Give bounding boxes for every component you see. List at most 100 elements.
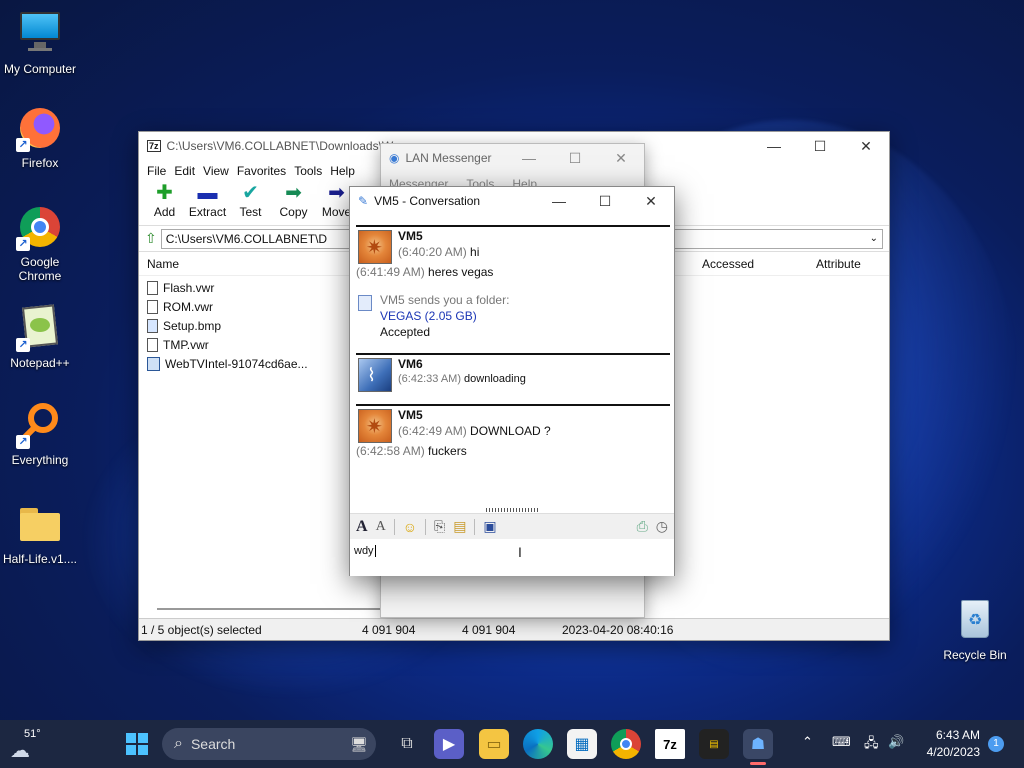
menu-favorites[interactable]: Favorites: [233, 164, 290, 178]
clock-date[interactable]: 4/20/2023: [918, 745, 980, 759]
volume-icon[interactable]: 🔊: [888, 734, 904, 750]
minimize-button[interactable]: —: [536, 187, 582, 215]
menu-tools[interactable]: Tools: [290, 164, 326, 178]
maximize-button[interactable]: ☐: [552, 144, 598, 172]
message-sender: VM5: [398, 229, 423, 243]
file-name: ROM.vwr: [163, 299, 213, 314]
message-timestamp: (6:41:49 AM): [356, 265, 425, 279]
message-text: DOWNLOAD ?: [470, 424, 551, 438]
chevron-up-icon[interactable]: ⌃: [802, 734, 813, 750]
sevenzip-taskbar-icon[interactable]: 7z: [655, 729, 685, 759]
message-input[interactable]: wdy I: [350, 540, 674, 576]
taskbar-search[interactable]: ⌕ Search 🖥: [162, 728, 376, 760]
search-icon: ⌕: [174, 735, 183, 752]
file-icon: [147, 337, 158, 352]
menu-file[interactable]: File: [143, 164, 170, 178]
font-color-icon[interactable]: A: [376, 519, 386, 535]
emoticon-icon[interactable]: ☺: [403, 519, 417, 535]
desktop-icon-firefox[interactable]: ↗ Firefox: [0, 104, 80, 170]
send-file-icon[interactable]: ⎘: [434, 518, 445, 535]
maximize-button[interactable]: ☐: [582, 187, 628, 215]
send-folder-icon[interactable]: ▤: [453, 518, 466, 535]
close-button[interactable]: ✕: [598, 144, 644, 172]
column-name[interactable]: Name: [147, 257, 179, 271]
active-app-indicator: [750, 762, 766, 765]
weather-widget[interactable]: ☁ 51°: [8, 728, 48, 762]
menu-help[interactable]: Help: [326, 164, 359, 178]
folder-transfer-icon: [358, 295, 372, 311]
move-label: Move: [321, 205, 352, 219]
minimize-button[interactable]: —: [506, 144, 552, 172]
transfers-icon[interactable]: ◷: [656, 518, 668, 535]
address-dropdown-icon[interactable]: ⌄: [870, 233, 878, 244]
keyboard-icon[interactable]: ⌨: [832, 734, 851, 750]
file-explorer-icon[interactable]: ▭: [479, 729, 509, 759]
up-folder-icon[interactable]: ⇧: [145, 230, 157, 247]
task-view-button[interactable]: ⧉: [392, 729, 422, 759]
desktop-icon-everything[interactable]: ↗ Everything: [0, 401, 80, 467]
shortcut-arrow-icon: ↗: [16, 138, 30, 152]
message-line: (6:42:58 AM) fuckers: [356, 444, 467, 458]
save-icon[interactable]: ▣: [483, 518, 496, 535]
desktop-icon-label: Google Chrome: [18, 255, 62, 283]
network-icon[interactable]: 🖧: [864, 734, 879, 756]
copy-label: Copy: [279, 205, 308, 219]
notification-badge[interactable]: 1: [988, 736, 1004, 752]
transfer-status: Accepted: [380, 325, 431, 339]
desktop-icon-folder[interactable]: Half-Life.v1....: [0, 500, 80, 566]
status-bar: 1 / 5 object(s) selected 4 091 904 4 091…: [139, 618, 889, 640]
menu-edit[interactable]: Edit: [170, 164, 199, 178]
chrome-center: [620, 738, 632, 750]
conversation-titlebar[interactable]: ✎ VM5 - Conversation — ☐ ✕: [350, 187, 674, 215]
message-group: ✷ VM5 (6:42:49 AM) DOWNLOAD ? (6:42:58 A…: [356, 404, 670, 474]
status-selected: 1 / 5 object(s) selected: [141, 623, 262, 637]
column-accessed[interactable]: Accessed: [702, 257, 754, 271]
shortcut-arrow-icon: ↗: [16, 435, 30, 449]
message-sender: VM5: [398, 408, 423, 422]
shortcut-arrow-icon: ↗: [16, 237, 30, 251]
search-highlight-icon: 🖥: [350, 735, 368, 752]
desktop-icon-chrome[interactable]: ↗ Google Chrome: [0, 203, 80, 283]
status-modified: 2023-04-20 08:40:16: [562, 623, 674, 637]
transfer-folder-link[interactable]: VEGAS (2.05 GB): [380, 309, 477, 323]
maximize-button[interactable]: ☐: [797, 132, 843, 160]
clock-time[interactable]: 6:43 AM: [930, 728, 980, 742]
chrome-taskbar-icon[interactable]: [611, 729, 641, 759]
message-timestamp: (6:42:33 AM): [398, 373, 461, 385]
exe-file-icon: [147, 356, 160, 371]
lan-messenger-titlebar[interactable]: ◉ LAN Messenger — ☐ ✕: [381, 144, 644, 172]
toolbar-separator: [474, 518, 476, 535]
start-button[interactable]: [122, 729, 152, 759]
message-line: (6:42:33 AM) downloading: [398, 373, 526, 385]
close-button[interactable]: ✕: [628, 187, 674, 215]
desktop-icon-my-computer[interactable]: My Computer: [0, 10, 80, 76]
splitter-handle[interactable]: [486, 508, 540, 512]
test-button[interactable]: ✔ Test: [229, 183, 272, 225]
weather-temp: 51°: [24, 728, 41, 740]
terminal-taskbar-icon[interactable]: ▤: [699, 729, 729, 759]
minimize-button[interactable]: —: [751, 132, 797, 160]
edge-icon[interactable]: [523, 729, 553, 759]
lan-messenger-taskbar-icon[interactable]: ☗: [743, 729, 773, 759]
add-button[interactable]: ✚ Add: [143, 183, 186, 225]
desktop-icon-label: My Computer: [3, 62, 77, 76]
sevenzip-app-icon: 7z: [147, 140, 161, 152]
desktop-icon-notepadpp[interactable]: ↗ Notepad++: [0, 304, 80, 370]
close-button[interactable]: ✕: [843, 132, 889, 160]
column-attributes[interactable]: Attribute: [816, 257, 861, 271]
copy-button[interactable]: ➡ Copy: [272, 183, 315, 225]
desktop-icon-label: Half-Life.v1....: [2, 552, 78, 566]
font-icon[interactable]: A: [356, 518, 368, 536]
message-text: downloading: [464, 373, 526, 385]
store-icon[interactable]: ▦: [567, 729, 597, 759]
recycle-bin-icon: ♻: [951, 596, 999, 644]
copy-icon: ➡: [285, 182, 302, 204]
desktop-icon-recycle-bin[interactable]: ♻ Recycle Bin: [935, 596, 1015, 662]
desktop-icon-label: Recycle Bin: [943, 648, 1007, 662]
history-icon[interactable]: ⎙: [637, 518, 648, 535]
teams-chat-icon[interactable]: ▶: [434, 729, 464, 759]
desktop-icon-label: Firefox: [21, 156, 59, 170]
menu-view[interactable]: View: [199, 164, 233, 178]
file-name: WebTVIntel-91074cd6ae...: [165, 356, 308, 371]
extract-button[interactable]: ▬ Extract: [186, 183, 229, 225]
